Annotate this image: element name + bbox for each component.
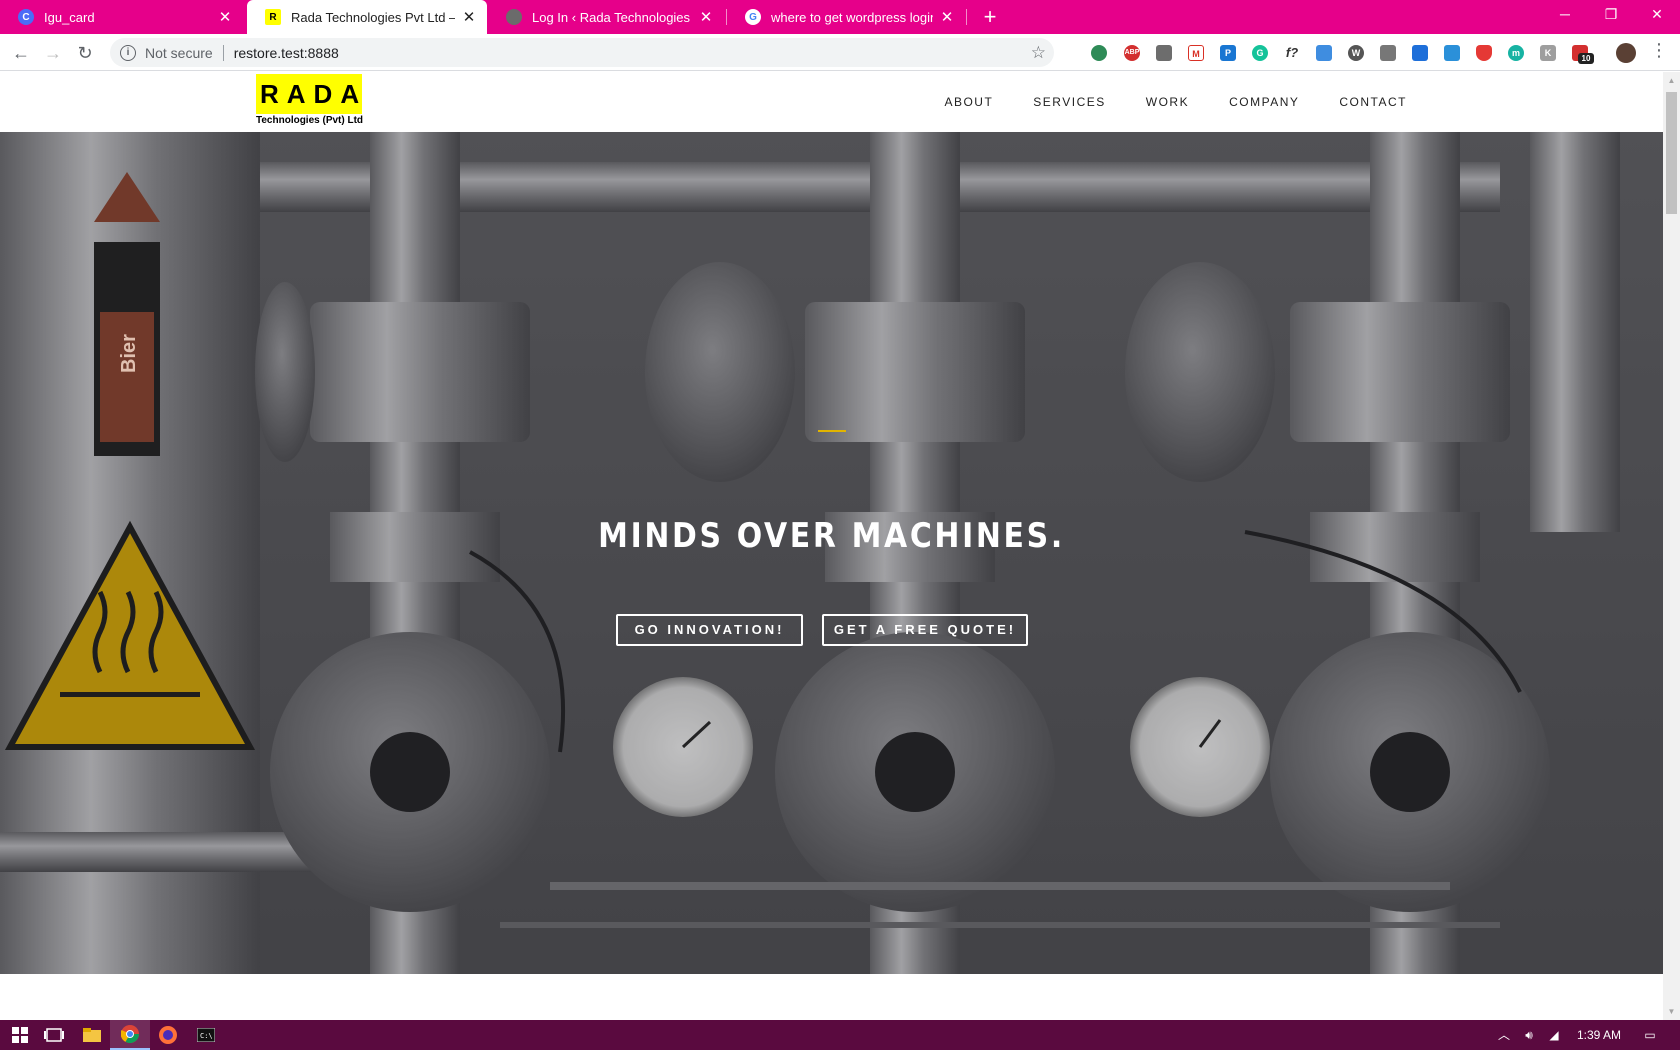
- windows-taskbar: C:\ ︿ 🔊︎ ◢ 1:39 AM ▭: [0, 1020, 1680, 1050]
- action-center-icon[interactable]: ▭: [1638, 1020, 1662, 1050]
- hero-headline: MINDS OVER MACHINES.: [598, 516, 1065, 556]
- free-quote-button[interactable]: GET A FREE QUOTE!: [822, 614, 1028, 646]
- taskbar-clock[interactable]: 1:39 AM: [1568, 1020, 1630, 1050]
- tab-title: Rada Technologies Pvt Ltd – Auto: [291, 9, 455, 25]
- page-viewport: RADA Technologies (Pvt) Ltd ABOUT SERVIC…: [0, 72, 1663, 1020]
- scroll-down-arrow-icon[interactable]: ▼: [1663, 1003, 1680, 1020]
- terminal-taskbar-icon[interactable]: C:\: [186, 1020, 226, 1050]
- forward-arrow-icon[interactable]: →: [40, 40, 66, 66]
- m-extension-icon[interactable]: m: [1508, 45, 1524, 61]
- file-explorer-icon[interactable]: [72, 1020, 112, 1050]
- privacy-shield-icon[interactable]: [1476, 45, 1492, 61]
- tab-log-in[interactable]: Log In ‹ Rada Technologies Pvt Lt ✕: [488, 0, 724, 34]
- logo-mark: RADA: [256, 74, 362, 114]
- screenshot-extension-icon[interactable]: [1444, 45, 1460, 61]
- eyedropper-icon[interactable]: [1380, 45, 1396, 61]
- browser-toolbar: ← → ↻ i Not secure restore.test:8888 ☆ A…: [0, 34, 1680, 71]
- font-extension-icon[interactable]: f?: [1284, 45, 1300, 61]
- network-icon[interactable]: ◢: [1543, 1020, 1565, 1050]
- copy-extension-icon[interactable]: [1316, 45, 1332, 61]
- nav-services[interactable]: SERVICES: [1033, 95, 1105, 109]
- nav-about[interactable]: ABOUT: [944, 95, 993, 109]
- volume-icon[interactable]: 🔊︎: [1518, 1020, 1540, 1050]
- close-window-icon[interactable]: ✕: [1634, 0, 1680, 30]
- nav-contact[interactable]: CONTACT: [1339, 95, 1407, 109]
- site-logo[interactable]: RADA Technologies (Pvt) Ltd: [256, 74, 364, 129]
- address-bar[interactable]: i Not secure restore.test:8888 ☆: [110, 38, 1054, 67]
- browser-tab-bar: C Igu_card ✕ R Rada Technologies Pvt Ltd…: [0, 0, 1680, 34]
- tab-title: Log In ‹ Rada Technologies Pvt Lt: [532, 9, 692, 25]
- restore-icon[interactable]: ❐: [1588, 0, 1634, 30]
- adblock-plus-icon[interactable]: ABP: [1124, 45, 1140, 61]
- hero-accent-line: [818, 430, 846, 432]
- bookmark-star-icon[interactable]: ☆: [1031, 43, 1046, 63]
- globe-extension-icon[interactable]: [1091, 45, 1107, 61]
- p-extension-icon[interactable]: P: [1220, 45, 1236, 61]
- chrome-taskbar-icon[interactable]: [110, 1020, 150, 1050]
- scroll-up-arrow-icon[interactable]: ▲: [1663, 72, 1680, 89]
- extension-badge: 10: [1578, 53, 1594, 64]
- back-arrow-icon[interactable]: ←: [8, 40, 34, 66]
- firefox-taskbar-icon[interactable]: [148, 1020, 188, 1050]
- pocket-extension-icon[interactable]: [1412, 45, 1428, 61]
- security-status[interactable]: Not secure: [145, 45, 213, 61]
- nav-work[interactable]: WORK: [1146, 95, 1189, 109]
- task-view-icon[interactable]: [34, 1020, 74, 1050]
- shield-extension-icon[interactable]: [1156, 45, 1172, 61]
- tab-title: where to get wordpress login pa: [771, 9, 933, 25]
- nav-company[interactable]: COMPANY: [1229, 95, 1299, 109]
- tab-separator: [966, 9, 967, 25]
- svg-text:C:\: C:\: [200, 1032, 213, 1040]
- tab-google-search[interactable]: G where to get wordpress login pa ✕: [727, 0, 965, 34]
- wordpress-favicon-icon: [506, 9, 522, 25]
- reload-icon[interactable]: ↻: [72, 40, 98, 66]
- close-tab-icon[interactable]: ✕: [698, 8, 714, 26]
- show-hidden-icons-icon[interactable]: ︿: [1494, 1020, 1514, 1050]
- go-innovation-button[interactable]: GO INNOVATION!: [616, 614, 803, 646]
- scrollbar-thumb[interactable]: [1666, 92, 1677, 214]
- new-tab-button[interactable]: +: [976, 3, 1004, 31]
- grammarly-icon[interactable]: G: [1252, 45, 1268, 61]
- k-extension-icon[interactable]: K: [1540, 45, 1556, 61]
- close-tab-icon[interactable]: ✕: [939, 8, 955, 26]
- main-navigation: ABOUT SERVICES WORK COMPANY CONTACT: [904, 72, 1407, 132]
- hero-section: Bier MINDS OVER MACHINES. GO INNOVATION!…: [0, 132, 1663, 974]
- rada-favicon-icon: R: [265, 9, 281, 25]
- page-scrollbar[interactable]: ▲ ▼: [1663, 72, 1680, 1020]
- close-tab-icon[interactable]: ✕: [461, 8, 477, 26]
- profile-avatar[interactable]: [1616, 43, 1636, 63]
- logo-subtext: Technologies (Pvt) Ltd: [256, 115, 364, 126]
- wordpress-extension-icon[interactable]: W: [1348, 45, 1364, 61]
- site-header: RADA Technologies (Pvt) Ltd ABOUT SERVIC…: [0, 72, 1663, 132]
- below-hero-section: [0, 974, 1663, 1020]
- tab-rada-technologies[interactable]: R Rada Technologies Pvt Ltd – Auto ✕: [247, 0, 487, 34]
- minimize-icon[interactable]: ─: [1542, 0, 1588, 30]
- igu-card-favicon-icon: C: [18, 9, 34, 25]
- omnibox-divider: [222, 44, 224, 61]
- menu-kebab-icon[interactable]: ⋮: [1650, 40, 1668, 61]
- tab-title: Igu_card: [44, 9, 95, 25]
- tab-igu-card[interactable]: C Igu_card ✕: [0, 0, 243, 34]
- google-favicon-icon: G: [745, 9, 761, 25]
- hero-image-label: Bier: [117, 334, 140, 373]
- close-tab-icon[interactable]: ✕: [217, 8, 233, 26]
- url-text[interactable]: restore.test:8888: [234, 45, 339, 61]
- gmail-icon[interactable]: M: [1188, 45, 1204, 61]
- info-icon[interactable]: i: [120, 44, 136, 61]
